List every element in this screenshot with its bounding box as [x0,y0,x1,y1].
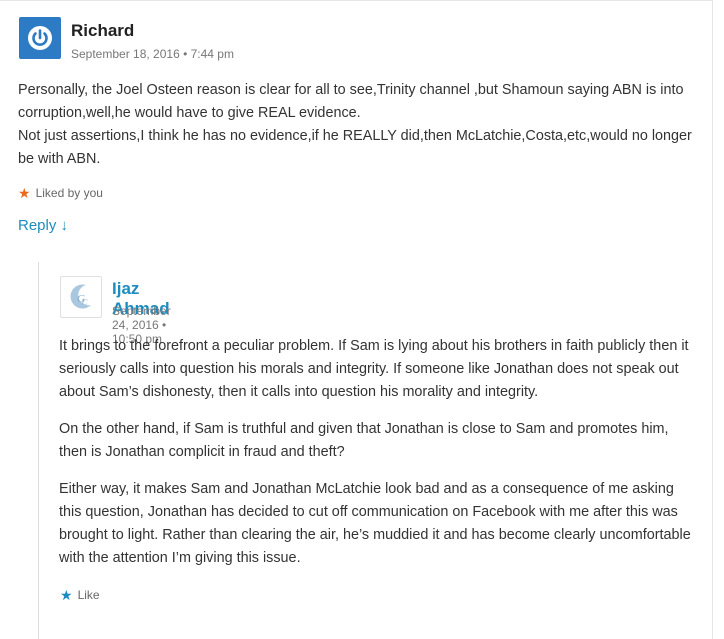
comment-paragraph: Either way, it makes Sam and Jonathan Mc… [59,481,691,566]
avatar[interactable] [19,17,61,59]
comments-page: Richard September 18, 2016 • 7:44 pm Per… [0,0,724,639]
comment-date[interactable]: September 18, 2016 • 7:44 pm [71,47,234,61]
thread-indent-line [38,262,39,639]
crescent-logo-icon: G C [70,284,91,309]
like-label: Liked by you [35,186,103,200]
comment-body: Personally, the Joel Osteen reason is cl… [18,79,698,171]
like-button[interactable]: ★ Like [60,588,100,602]
frame-right-border [712,0,713,639]
like-label: Like [77,588,100,602]
comment-paragraph: It brings to the forefront a peculiar pr… [59,338,689,400]
reply-link[interactable]: Reply ↓ [18,217,68,234]
star-icon: ★ [18,185,31,201]
like-status[interactable]: ★ Liked by you [18,186,103,200]
comment-author: Richard [71,21,135,40]
star-icon: ★ [60,587,73,603]
comment-paragraph: Personally, the Joel Osteen reason is cl… [18,82,684,121]
comment-paragraph: Not just assertions,I think he has no ev… [18,128,692,167]
svg-text:C: C [82,298,88,307]
frame-top-border [0,0,713,1]
comment-paragraph: On the other hand, if Sam is truthful an… [59,421,669,460]
avatar[interactable]: G C [60,276,102,318]
power-icon [28,26,52,50]
comment-body: It brings to the forefront a peculiar pr… [59,335,699,584]
